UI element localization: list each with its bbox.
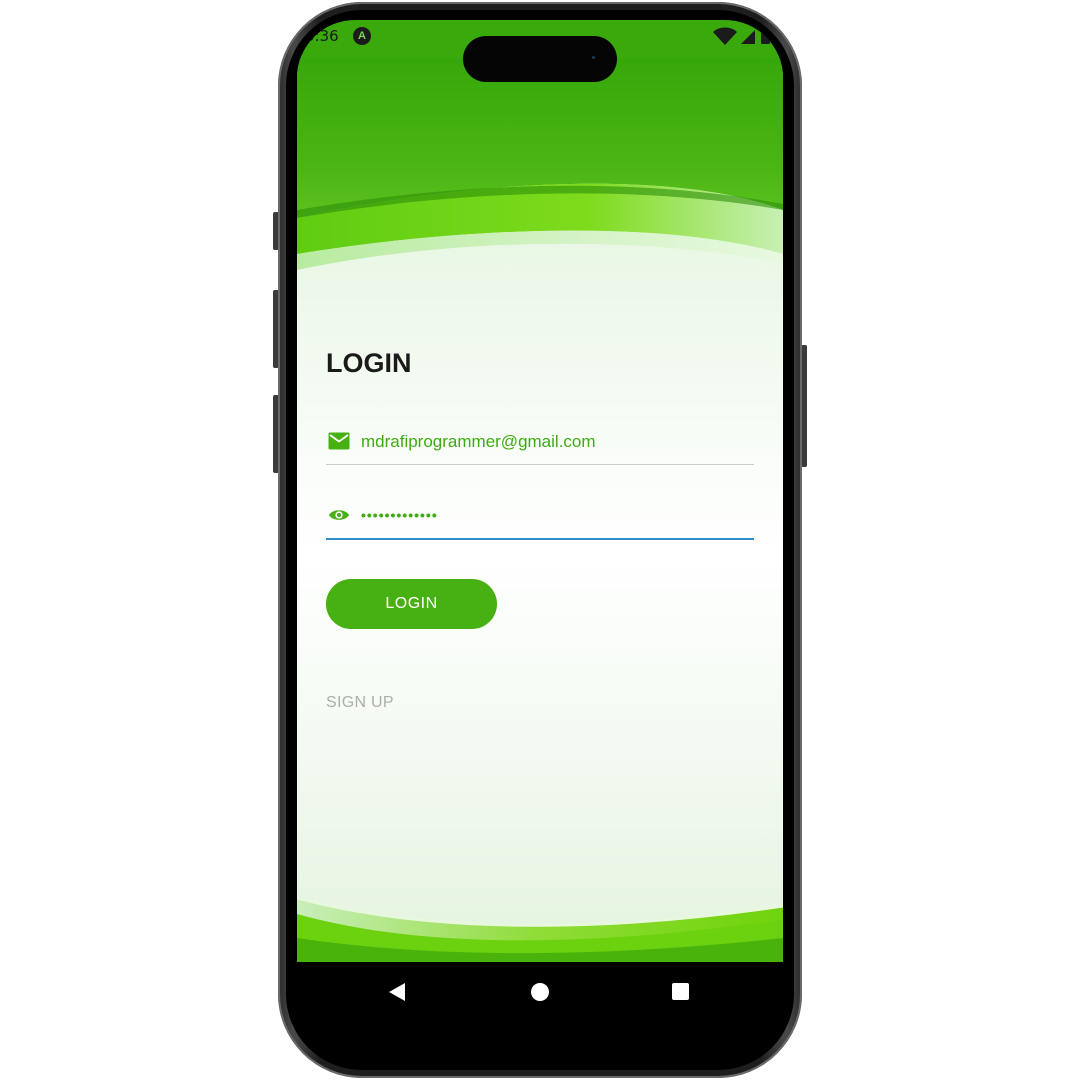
status-time: 3:36	[305, 27, 339, 45]
home-icon[interactable]	[531, 983, 549, 1001]
mail-icon	[328, 432, 350, 450]
login-button[interactable]: LOGIN	[326, 579, 497, 629]
signal-icon	[741, 30, 755, 44]
camera-notch	[463, 36, 617, 82]
footer-wave-graphic	[297, 896, 783, 962]
phone-screen: LOGIN mdrafiprogrammer@gmail.com •••••••…	[297, 20, 783, 1060]
eye-icon[interactable]	[328, 506, 350, 524]
front-camera	[592, 56, 595, 59]
login-screen: LOGIN mdrafiprogrammer@gmail.com •••••••…	[297, 58, 783, 962]
password-field[interactable]: •••••••••••••	[326, 494, 754, 540]
status-icons	[711, 26, 773, 46]
header-wave-graphic	[297, 58, 783, 270]
password-value: •••••••••••••	[361, 507, 438, 523]
signup-link[interactable]: SIGN UP	[326, 694, 394, 712]
navigation-bar	[297, 962, 783, 1060]
device-stage: LOGIN mdrafiprogrammer@gmail.com •••••••…	[0, 0, 1080, 1080]
email-value: mdrafiprogrammer@gmail.com	[361, 432, 596, 451]
email-field[interactable]: mdrafiprogrammer@gmail.com	[326, 420, 754, 465]
app-notification-icon: A	[353, 27, 371, 45]
recents-icon[interactable]	[672, 983, 689, 1000]
battery-icon	[761, 29, 770, 44]
back-icon[interactable]	[389, 983, 405, 1001]
wifi-icon	[713, 27, 737, 45]
page-title: LOGIN	[326, 348, 412, 378]
